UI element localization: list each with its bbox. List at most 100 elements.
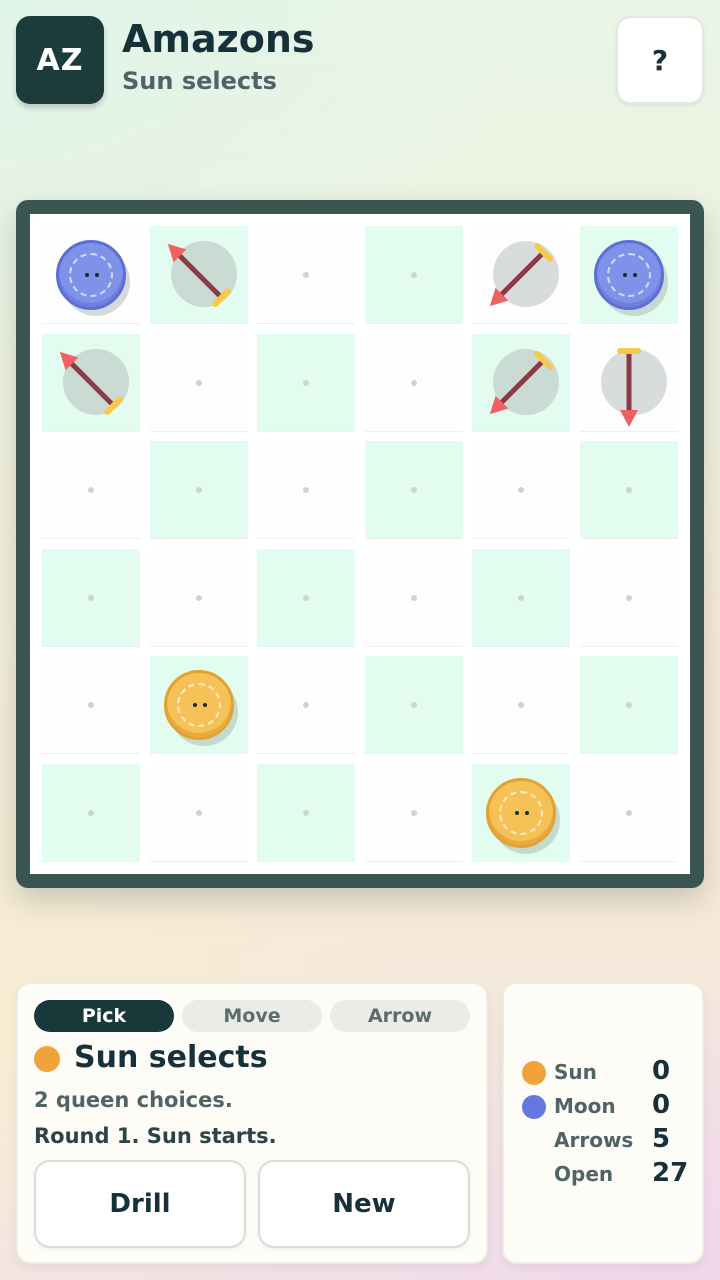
help-button[interactable]: ? — [616, 16, 704, 104]
empty-cell-dot — [195, 594, 202, 601]
board-cell[interactable] — [580, 441, 678, 540]
moon-queen-token-icon[interactable] — [580, 226, 678, 324]
empty-cell-dot — [410, 379, 417, 386]
empty-cell-dot — [410, 487, 417, 494]
board-cell[interactable] — [42, 656, 140, 755]
new-game-button[interactable]: New — [258, 1160, 470, 1248]
status-title: Sun selects — [74, 1040, 268, 1075]
score-panel: Sun 0 Moon 0 Arrows 5 Open 27 — [502, 982, 704, 1264]
stat-label: Open — [554, 1162, 614, 1186]
stat-row-arrows: Arrows 5 — [520, 1124, 690, 1158]
empty-cell-dot — [303, 594, 310, 601]
turn-subtitle: Sun selects — [122, 67, 277, 95]
board-cell[interactable] — [149, 548, 248, 647]
board-cell[interactable] — [364, 656, 463, 755]
empty-cell-dot — [626, 487, 632, 494]
phase-move-tab[interactable]: Move — [182, 1000, 322, 1032]
empty-cell-dot — [518, 702, 525, 709]
board-cell[interactable] — [364, 333, 463, 432]
empty-cell-dot — [303, 487, 310, 494]
empty-cell-dot — [626, 702, 632, 709]
board-cell[interactable] — [580, 764, 678, 862]
stat-value: 27 — [652, 1158, 689, 1188]
board-cell-arrow[interactable] — [580, 333, 678, 432]
status-choices: 2 queen choices. — [34, 1088, 233, 1112]
empty-cell-dot — [626, 810, 632, 816]
drill-button[interactable]: Drill — [34, 1160, 246, 1248]
status-panel: Pick Move Arrow Sun selects 2 queen choi… — [16, 982, 488, 1264]
board-cell[interactable] — [580, 656, 678, 755]
board-cell-arrow[interactable] — [149, 226, 248, 324]
board-cell[interactable] — [364, 226, 463, 324]
arrow-icon — [59, 348, 129, 415]
board-cell[interactable] — [580, 548, 678, 647]
arrow-icon — [490, 241, 560, 307]
empty-cell-dot — [626, 594, 632, 601]
arrow-icon — [167, 241, 237, 307]
empty-cell-dot — [518, 487, 525, 494]
board-cell[interactable] — [149, 764, 248, 862]
empty-cell-dot — [88, 810, 94, 816]
board-cell[interactable] — [42, 548, 140, 647]
sun-queen-token-icon[interactable] — [150, 656, 248, 754]
board-cell[interactable] — [257, 548, 356, 647]
board-cell[interactable] — [149, 441, 248, 540]
empty-cell-dot — [410, 272, 417, 278]
empty-cell-dot — [303, 810, 310, 816]
board-cell[interactable] — [257, 226, 356, 324]
board-cell[interactable] — [257, 441, 356, 540]
board-cell[interactable] — [42, 441, 140, 540]
empty-cell-dot — [195, 810, 202, 816]
empty-cell-dot — [195, 379, 202, 386]
sun-queen-token-icon[interactable] — [472, 764, 570, 862]
empty-cell-dot — [410, 702, 417, 709]
board-cell[interactable] — [472, 656, 571, 755]
stat-label: Arrows — [554, 1128, 634, 1152]
arrow-icon — [490, 348, 560, 415]
board-cell-queen[interactable] — [472, 764, 571, 862]
stat-label: Sun — [554, 1060, 597, 1084]
empty-cell-dot — [88, 594, 94, 601]
app-logo: AZ — [16, 16, 104, 104]
board-cell[interactable] — [364, 441, 463, 540]
board-grid — [30, 214, 690, 874]
phase-pick-tab[interactable]: Pick — [34, 1000, 174, 1032]
board-cell-arrow[interactable] — [472, 333, 571, 432]
stat-row-moon: Moon 0 — [520, 1090, 690, 1124]
empty-cell-dot — [518, 594, 525, 601]
phase-arrow-tab[interactable]: Arrow — [330, 1000, 470, 1032]
empty-cell-dot — [303, 272, 310, 278]
board-cell-queen[interactable] — [149, 656, 248, 755]
board-cell[interactable] — [257, 656, 356, 755]
board-cell-queen[interactable] — [580, 226, 678, 324]
status-round: Round 1. Sun starts. — [34, 1124, 277, 1148]
game-board — [16, 200, 704, 888]
stat-value: 5 — [652, 1124, 671, 1154]
board-cell[interactable] — [364, 764, 463, 862]
empty-cell-dot — [303, 702, 310, 709]
board-cell[interactable] — [472, 548, 571, 647]
empty-cell-dot — [195, 487, 202, 494]
empty-cell-dot — [303, 379, 310, 386]
stat-value: 0 — [652, 1090, 671, 1120]
board-cell-queen[interactable] — [42, 226, 140, 324]
stat-label: Moon — [554, 1094, 616, 1118]
sun-dot-icon — [522, 1061, 546, 1085]
board-cell[interactable] — [364, 548, 463, 647]
empty-cell-dot — [410, 594, 417, 601]
current-player-dot — [34, 1046, 60, 1072]
board-cell[interactable] — [149, 333, 248, 432]
arrow-icon — [601, 347, 667, 427]
stat-row-sun: Sun 0 — [520, 1056, 690, 1090]
board-cell-arrow[interactable] — [472, 226, 571, 324]
app-title: Amazons — [122, 17, 315, 61]
empty-cell-dot — [410, 810, 417, 816]
board-cell[interactable] — [42, 764, 140, 862]
board-cell[interactable] — [257, 333, 356, 432]
stat-row-open: Open 27 — [520, 1158, 690, 1192]
board-cell-arrow[interactable] — [42, 333, 140, 432]
stat-value: 0 — [652, 1056, 671, 1086]
board-cell[interactable] — [257, 764, 356, 862]
board-cell[interactable] — [472, 441, 571, 540]
moon-queen-token-icon[interactable] — [42, 226, 140, 324]
